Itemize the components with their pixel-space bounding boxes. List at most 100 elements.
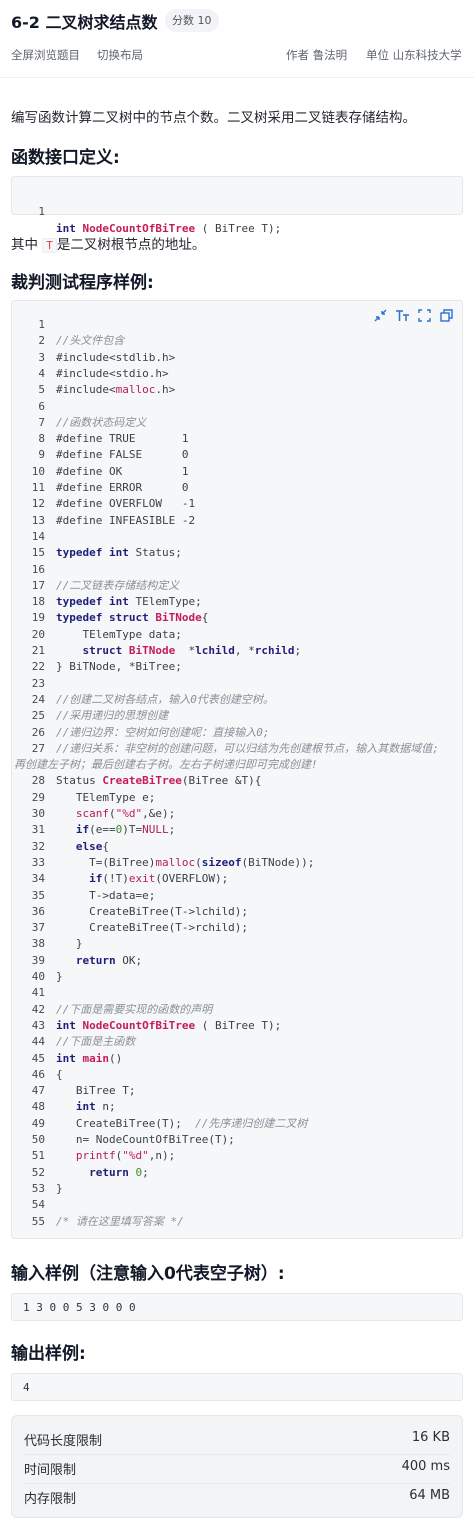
code-text: { (56, 1067, 63, 1081)
switch-layout-link[interactable]: 切换布局 (97, 47, 143, 63)
param-suffix: 是二叉树根节点的地址。 (56, 237, 206, 253)
code-text: #include<malloc.h> (56, 383, 176, 397)
param-prefix: 其中 (11, 237, 38, 253)
code-text: //创建二叉树各结点，输入0代表创建空树。 (56, 692, 274, 706)
code-line: 47 BiTree T; (12, 1083, 462, 1099)
line-number: 10 (31, 464, 45, 478)
code-text: typedef int Status; (56, 546, 182, 560)
input-sample-box: 1 3 0 0 5 3 0 0 0 (11, 1293, 463, 1321)
unit-info: 单位 山东科技大学 (366, 47, 462, 63)
code-text: //递归关系：非空树的创建问题，可以归结为先创建根节点，输入其数据域值; (56, 741, 439, 755)
code-line: 2 //头文件包含 (12, 333, 462, 349)
code-text: return OK; (75, 953, 143, 967)
code-text: int NodeCountOfBiTree ( BiTree T); (56, 1018, 282, 1032)
line-number: 6 (38, 399, 45, 413)
code-line: 45 int main() (12, 1051, 462, 1067)
line-number: 40 (31, 970, 45, 983)
code-line: 21 struct BiTNode *lchild, *rchild; (12, 643, 462, 659)
code-text: Status CreateBiTree(BiTree &T){ (56, 774, 262, 788)
code-text: //采用递归的思想创建 (56, 709, 169, 723)
line-number: 12 (31, 497, 45, 511)
section-input-sample: 输入样例（注意输入0代表空子树）: (11, 1264, 285, 1284)
line-number: 29 (31, 790, 45, 804)
output-sample-box: 4 (11, 1373, 463, 1401)
line-number: 45 (31, 1051, 45, 1065)
unit-name: 山东科技大学 (392, 48, 462, 62)
code-line: 3 #include<stdlib.h> (12, 350, 462, 366)
line-number: 34 (31, 872, 45, 886)
code-text: //下面是主函数 (56, 1035, 136, 1049)
line-number: 8 (38, 432, 45, 446)
code-text: #include<stdio.h> (56, 366, 169, 380)
code-text: n= NodeCountOfBiTree(T); (56, 1133, 235, 1146)
limit-label: 时间限制 (24, 1463, 77, 1478)
code-text: #define OVERFLOW -1 (56, 497, 196, 511)
code-text: #define INFEASIBLE -2 (56, 513, 196, 527)
line-number: 7 (38, 415, 45, 429)
code-line: 1 (12, 317, 462, 333)
code-line: 37 CreateBiTree(T->rchild); (12, 920, 462, 936)
limit-value: 400 ms (401, 1459, 450, 1474)
judge-code-block: 1 2//头文件包含 3 #include<stdlib.h> 4 #include<st… (11, 300, 463, 1239)
line-number: 50 (31, 1133, 45, 1146)
line-number: 28 (31, 774, 45, 788)
line-number: 38 (31, 937, 45, 951)
limit-value: 64 MB (409, 1488, 450, 1503)
code-line: 35 T->data=e; (12, 888, 462, 904)
code-line: 43 int NodeCountOfBiTree ( BiTree T); (12, 1018, 462, 1034)
code-rest: ( BiTree T); (195, 221, 282, 235)
limit-label: 内存限制 (24, 1492, 77, 1507)
param-description: 其中 T 是二叉树根节点的地址。 (11, 233, 205, 253)
limit-row-time: 时间限制 400 ms (24, 1455, 450, 1484)
code-text: T->data=e; (56, 888, 156, 902)
problem-description: 编写函数计算二叉树中的节点个数。二叉树采用二叉链表存储结构。 (11, 110, 416, 126)
code-line: 23 (12, 676, 462, 692)
code-text: //下面是需要实现的函数的声明 (56, 1002, 213, 1016)
code-line: 26 //递归边界：空树如何创建呢：直接输入0; (12, 725, 462, 741)
line-number: 25 (31, 709, 45, 723)
line-number: 24 (31, 692, 45, 706)
line-number: 27 (31, 741, 45, 755)
code-text: scanf("%d",&e); (75, 807, 176, 820)
code-line: 52 return 0; (12, 1165, 462, 1181)
line-number: 1 (38, 318, 45, 331)
line-number: 4 (38, 366, 45, 380)
line-number: 20 (31, 627, 45, 641)
code-line: 38 } (12, 936, 462, 952)
code-line: 28 Status CreateBiTree(BiTree &T){ (12, 773, 462, 789)
line-number: 41 (31, 986, 45, 1000)
line-number: 22 (31, 660, 45, 674)
code-text: //递归边界：空树如何创建呢：直接输入0; (56, 725, 270, 739)
line-number: 43 (31, 1018, 45, 1032)
func-signature-code: 1 int NodeCountOfBiTree ( BiTree T); (11, 176, 463, 235)
code-text: struct BiTNode *lchild, *rchild; (82, 644, 302, 657)
section-func-def: 函数接口定义: (11, 148, 120, 168)
code-text: #define TRUE 1 (56, 432, 189, 446)
code-text: #define OK 1 (56, 464, 189, 478)
line-number: 23 (31, 676, 45, 690)
line-number: 13 (31, 513, 45, 527)
author-info: 作者 鲁法明 (286, 47, 347, 63)
code-line: 39 return OK; (12, 953, 462, 969)
line-number: 3 (38, 350, 45, 364)
code-line: 4 #include<stdio.h> (12, 366, 462, 382)
code-text: if(e==0)T=NULL; (75, 823, 176, 837)
line-number: 15 (31, 546, 45, 560)
code-line: 48 int n; (12, 1099, 462, 1115)
code-line: 50 n= NodeCountOfBiTree(T); (12, 1132, 462, 1148)
code-line: 41 (12, 985, 462, 1001)
line-number: 49 (31, 1116, 45, 1130)
code-line: 46 { (12, 1067, 462, 1083)
code-text: BiTree T; (56, 1084, 136, 1098)
code-text: //函数状态码定义 (56, 415, 147, 429)
section-output-sample: 输出样例: (11, 1344, 86, 1364)
line-number: 46 (31, 1067, 45, 1081)
fullscreen-view-link[interactable]: 全屏浏览题目 (11, 47, 80, 63)
line-number: 17 (31, 578, 45, 592)
line-number: 53 (31, 1181, 45, 1195)
code-line: 15 typedef int Status; (12, 545, 462, 561)
code-line: 17 //二叉链表存储结构定义 (12, 578, 462, 594)
code-line: 22} BiTNode, *BiTree; (12, 659, 462, 675)
code-line: 9 #define FALSE 0 (12, 447, 462, 463)
code-line: 7 //函数状态码定义 (12, 415, 462, 431)
